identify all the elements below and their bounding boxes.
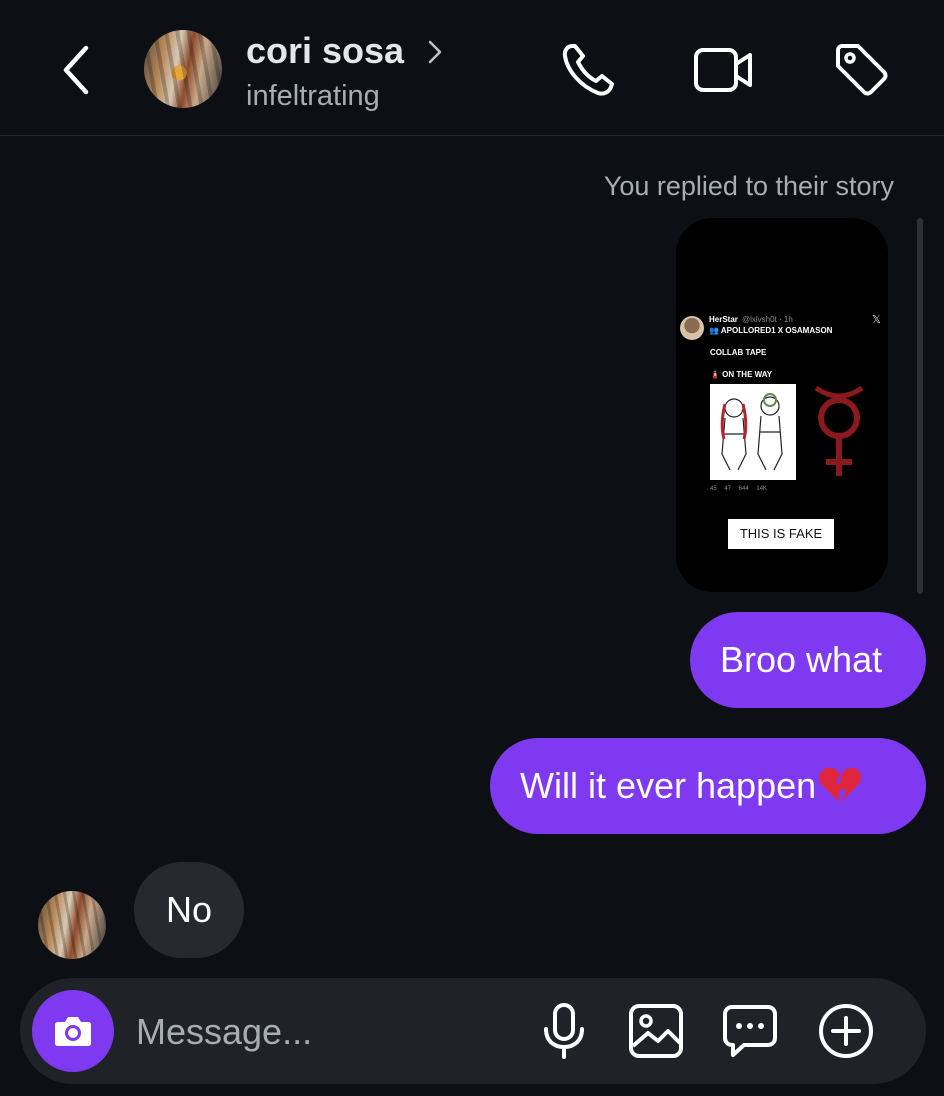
message-text: No — [165, 889, 213, 930]
message-text: Will it ever happen — [520, 765, 817, 806]
plus-circle-icon — [819, 1004, 873, 1058]
outgoing-message[interactable]: Broo what — [690, 612, 926, 708]
microphone-icon — [544, 1003, 584, 1059]
contact-name[interactable]: cori sosa — [246, 30, 404, 72]
story-reply-caption: You replied to their story — [603, 171, 894, 201]
tweet-line: 👥 APOLLORED1 X OSAMASON — [709, 326, 833, 335]
story-text-sticker: THIS IS FAKE — [728, 519, 834, 549]
gallery-icon — [629, 1004, 683, 1058]
tag-button[interactable] — [832, 40, 892, 100]
tweet-line: 🧯 ON THE WAY — [710, 370, 773, 379]
message-composer — [20, 978, 926, 1084]
contact-avatar[interactable] — [144, 30, 222, 108]
x-logo-icon: 𝕏 — [872, 314, 881, 326]
incoming-message[interactable]: No — [134, 862, 244, 958]
phone-icon — [562, 44, 614, 96]
back-button[interactable] — [54, 40, 102, 100]
chevron-right-icon[interactable] — [424, 38, 446, 66]
tweet-image-symbol — [796, 384, 882, 480]
message-text: Broo what — [720, 639, 883, 680]
tweet-author: HerStar — [709, 315, 738, 324]
voice-call-button[interactable] — [558, 40, 618, 100]
more-options-button[interactable] — [816, 1001, 876, 1061]
camera-icon — [55, 1017, 91, 1046]
broken-heart-emoji-icon — [819, 768, 861, 804]
sender-avatar[interactable] — [38, 891, 106, 959]
gallery-button[interactable] — [626, 1001, 686, 1061]
camera-button[interactable] — [32, 990, 114, 1072]
chevron-left-icon — [63, 45, 89, 95]
video-camera-icon — [694, 48, 752, 92]
sticker-button[interactable] — [720, 1001, 780, 1061]
scrollbar[interactable] — [917, 218, 923, 594]
tweet-avatar — [680, 316, 704, 340]
chat-header: cori sosa infeltrating — [0, 0, 944, 136]
tweet-line: COLLAB TAPE — [710, 348, 767, 357]
tag-icon — [836, 44, 888, 96]
contact-username: infeltrating — [246, 80, 380, 112]
message-input[interactable] — [134, 1002, 518, 1062]
sticker-chat-icon — [723, 1005, 777, 1057]
voice-message-button[interactable] — [534, 1001, 594, 1061]
tweet-handle: @lxlvsh0t · 1h — [742, 315, 793, 324]
story-preview[interactable]: HerStar @lxlvsh0t · 1h 𝕏 👥 APOLLORED1 X … — [676, 218, 888, 592]
tweet-image-drawing — [710, 384, 796, 480]
outgoing-message[interactable]: Will it ever happen — [490, 738, 926, 834]
tweet-stats: 45 47 644 14K — [710, 486, 768, 492]
video-call-button[interactable] — [692, 40, 752, 100]
